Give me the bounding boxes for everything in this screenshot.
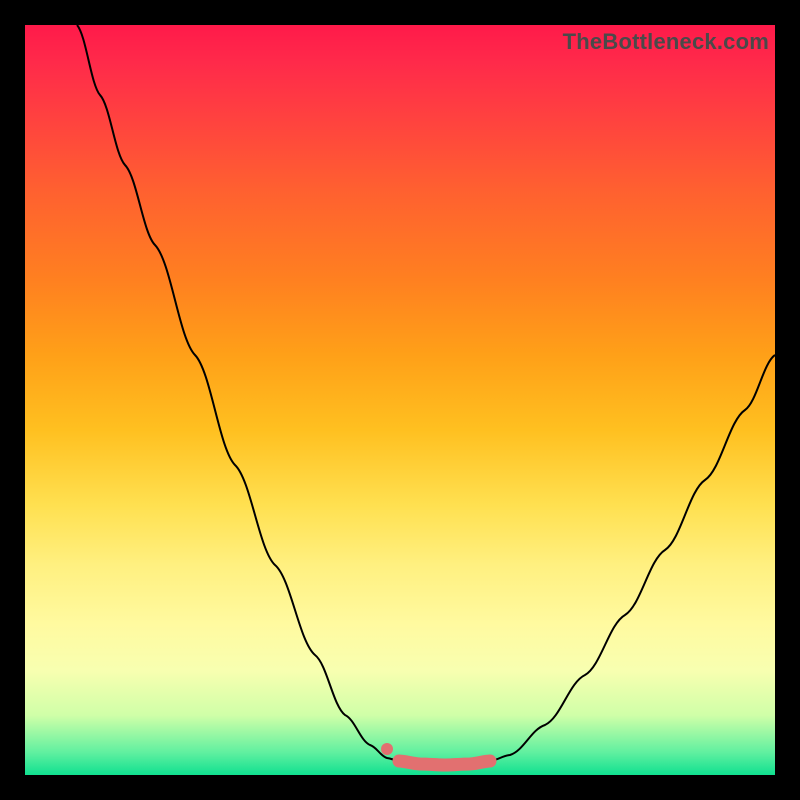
curve-svg: [25, 25, 775, 775]
right-curve: [490, 355, 775, 761]
highlight-band: [399, 761, 490, 765]
plot-area: TheBottleneck.com: [25, 25, 775, 775]
marker-dot: [381, 743, 393, 755]
left-curve: [77, 25, 399, 761]
chart-frame: TheBottleneck.com: [0, 0, 800, 800]
